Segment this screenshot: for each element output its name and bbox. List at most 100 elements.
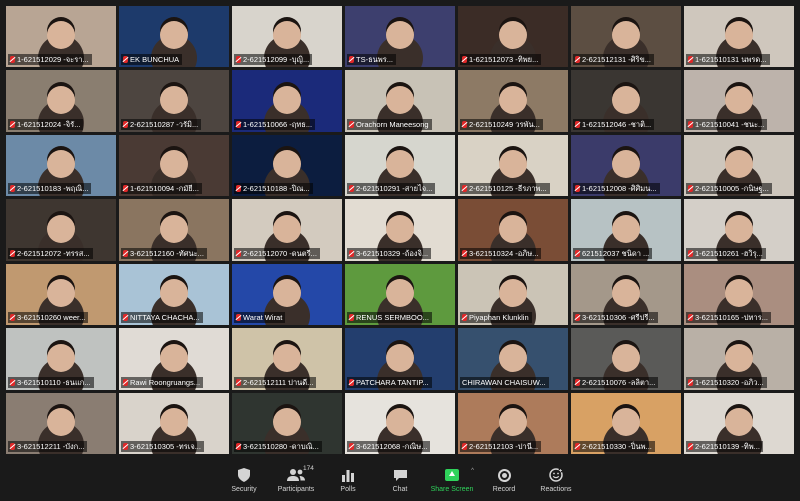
participant-video-tile[interactable]: 1-621512008 -ศิศิมน... <box>571 134 681 197</box>
participant-video-tile[interactable]: CHIRAWAN CHAISUW... <box>458 328 568 390</box>
participant-video-tile[interactable]: NITTAYA CHACHA... <box>119 263 229 326</box>
muted-mic-icon <box>10 378 15 386</box>
participant-name: 1-621510320 -อภิว... <box>695 377 764 387</box>
participant-name-label: 2-621510139 -ทิพ... <box>686 440 763 452</box>
participant-video-tile[interactable]: 3-621510110 -ธนแก... <box>6 328 116 390</box>
participant-video-tile[interactable]: PATCHARA TANTIP... <box>345 328 455 390</box>
muted-mic-icon <box>349 120 354 128</box>
participant-video-tile[interactable]: Piyaphan Klunklin <box>458 263 568 326</box>
participant-video-tile[interactable]: 3-621510305 -ทรเจ... <box>119 392 229 454</box>
muted-mic-icon <box>10 56 15 64</box>
muted-mic-icon <box>575 185 580 193</box>
participant-video-tile[interactable]: 2-621512072 -ทรรส... <box>6 199 116 261</box>
participant-video-tile[interactable]: 2-621510287 -วรัมิ... <box>119 70 229 132</box>
participant-video-tile[interactable]: 2-621510076 -ลลิตา... <box>571 328 681 390</box>
participant-name: EK BUNCHUA <box>130 55 180 65</box>
participant-video-tile[interactable]: 1-621512029 -จะรา... <box>6 6 116 68</box>
participant-name: Rawi Roongruangs... <box>130 377 201 387</box>
participant-video-tile[interactable]: 2-621512099 -บุญิ... <box>232 6 342 68</box>
participant-name-label: 2-621512131 -ศิริข... <box>573 54 654 66</box>
share-screen-button[interactable]: ^ Share Screen <box>426 463 478 501</box>
participant-name-label: Piyaphan Klunklin <box>460 312 532 324</box>
participant-name: Warat Wirat <box>243 313 283 323</box>
participant-video-tile[interactable]: 2-621510139 -ทิพ... <box>684 392 794 454</box>
participant-name-label: 3-621510280 -ดาบณิ... <box>234 440 322 452</box>
participant-video-tile[interactable]: 2-621510330 -ปิ่นพ... <box>571 392 681 454</box>
reactions-button[interactable]: Reactions <box>530 463 582 501</box>
muted-mic-icon <box>349 185 354 193</box>
participant-video-tile[interactable]: Orachorn Maneesong <box>345 70 455 132</box>
participant-name: 621512037 ชนิดา ... <box>582 248 650 258</box>
participant-video-tile[interactable]: 1-621512073 -ทิพย... <box>458 6 568 68</box>
participant-video-tile[interactable]: 2-621510249 วรพัน... <box>458 70 568 132</box>
muted-mic-icon <box>349 249 354 257</box>
participant-name: 3-621510110 -ธนแก... <box>17 377 91 387</box>
participant-video-tile[interactable]: 3-621512068 -กณิษ... <box>345 392 455 454</box>
participant-name-label: 1-621510066 -ฤทธ... <box>234 118 316 130</box>
muted-mic-icon <box>462 442 467 450</box>
participant-video-tile[interactable]: 3-621510165 -ปทาร... <box>684 263 794 326</box>
participant-video-tile[interactable]: TS-ธนพร... <box>345 6 455 68</box>
participant-video-tile[interactable]: 3-621510324 -อภิษ... <box>458 199 568 261</box>
participant-video-tile[interactable]: 1-621512046 -ชาติ... <box>571 70 681 132</box>
participant-video-tile[interactable]: 1-621510094 -กมัยี... <box>119 134 229 197</box>
participant-video-tile[interactable]: 1-621510041 -ชนะ... <box>684 70 794 132</box>
participant-video-tile[interactable]: 1-621510261 -ฮวิรุ... <box>684 199 794 261</box>
share-options-caret-icon[interactable]: ^ <box>471 468 474 474</box>
participant-video-tile[interactable]: RENUS SERMBOO... <box>345 263 455 326</box>
participant-name: 3-621510165 -ปทาร... <box>695 313 768 323</box>
participant-name-label: CHIRAWAN CHAISUW... <box>460 376 549 388</box>
participant-name-label: 2-621512072 -ทรรส... <box>8 247 93 259</box>
muted-mic-icon <box>123 249 128 257</box>
chat-label: Chat <box>392 486 408 493</box>
participant-name: 3-621510280 -ดาบณิ... <box>243 441 319 451</box>
participant-name: 1-621512046 -ชาติ... <box>582 119 652 129</box>
record-button[interactable]: Record <box>478 463 530 501</box>
participant-name-label: 1-621512029 -จะรา... <box>8 54 92 66</box>
participant-video-tile[interactable]: 2-621510005 -กนิษฐ... <box>684 134 794 197</box>
muted-mic-icon <box>462 249 467 257</box>
participant-video-tile[interactable]: Rawi Roongruangs... <box>119 328 229 390</box>
participant-name: 2-621512111 ปานดี... <box>243 377 314 387</box>
participants-button[interactable]: 174 Participants <box>270 463 322 501</box>
participant-video-tile[interactable]: 2-621510183 -พฤณิ... <box>6 134 116 197</box>
participant-name: 2-621510125 -ธีรภาพ... <box>469 184 547 194</box>
participant-video-tile[interactable]: 2-621512111 ปานดี... <box>232 328 342 390</box>
record-icon <box>495 467 513 483</box>
participant-video-tile[interactable]: 3-621510260 weer... <box>6 263 116 326</box>
security-button[interactable]: Security <box>218 463 270 501</box>
participant-video-tile[interactable]: 3-621510280 -ดาบณิ... <box>232 392 342 454</box>
participant-name-label: 2-621510291 -สายไจ... <box>347 183 436 195</box>
participant-video-tile[interactable]: 1-621510066 -ฤทธ... <box>232 70 342 132</box>
participant-video-tile[interactable]: 1-621512024 -จิรั... <box>6 70 116 132</box>
muted-mic-icon <box>236 120 241 128</box>
participant-video-tile[interactable]: 2-621510125 -ธีรภาพ... <box>458 134 568 197</box>
polls-icon <box>339 467 357 483</box>
participant-video-tile[interactable]: 2-621510291 -สายไจ... <box>345 134 455 197</box>
muted-mic-icon <box>236 249 241 257</box>
participant-video-tile[interactable]: 3-621510306 -ศรีปรี... <box>571 263 681 326</box>
participant-name: 2-621510005 -กนิษฐ... <box>695 184 769 194</box>
participant-video-tile[interactable]: 1-621510320 -อภิว... <box>684 328 794 390</box>
participant-name: RENUS SERMBOO... <box>356 313 429 323</box>
participant-video-tile[interactable]: 3-621512160 -ทัศนะ... <box>119 199 229 261</box>
participant-video-tile[interactable]: 2-621510188 -ปิณ... <box>232 134 342 197</box>
participant-video-tile[interactable]: 1-621510131 นพรด... <box>684 6 794 68</box>
polls-button[interactable]: Polls <box>322 463 374 501</box>
chat-button[interactable]: Chat <box>374 463 426 501</box>
participant-video-tile[interactable]: 2-621512070 -ดนตรี... <box>232 199 342 261</box>
participant-video-tile[interactable]: 3-621512211 -บังก... <box>6 392 116 454</box>
participant-video-tile[interactable]: Warat Wirat <box>232 263 342 326</box>
participant-video-tile[interactable]: 3-621510329 -ถ้องจิ... <box>345 199 455 261</box>
participant-name-label: 2-621510287 -วรัมิ... <box>121 118 202 130</box>
muted-mic-icon <box>10 314 15 322</box>
share-screen-icon <box>443 467 461 483</box>
participant-name-label: 3-621512068 -กณิษ... <box>347 440 431 452</box>
participant-video-tile[interactable]: 2-621512131 -ศิริข... <box>571 6 681 68</box>
participant-video-tile[interactable]: 621512037 ชนิดา ... <box>571 199 681 261</box>
muted-mic-icon <box>688 378 693 386</box>
participant-video-tile[interactable]: EK BUNCHUA <box>119 6 229 68</box>
muted-mic-icon <box>123 56 128 64</box>
participant-video-tile[interactable]: 2-621512103 -ปานี... <box>458 392 568 454</box>
participant-name-label: 1-621510041 -ชนะ... <box>686 118 768 130</box>
